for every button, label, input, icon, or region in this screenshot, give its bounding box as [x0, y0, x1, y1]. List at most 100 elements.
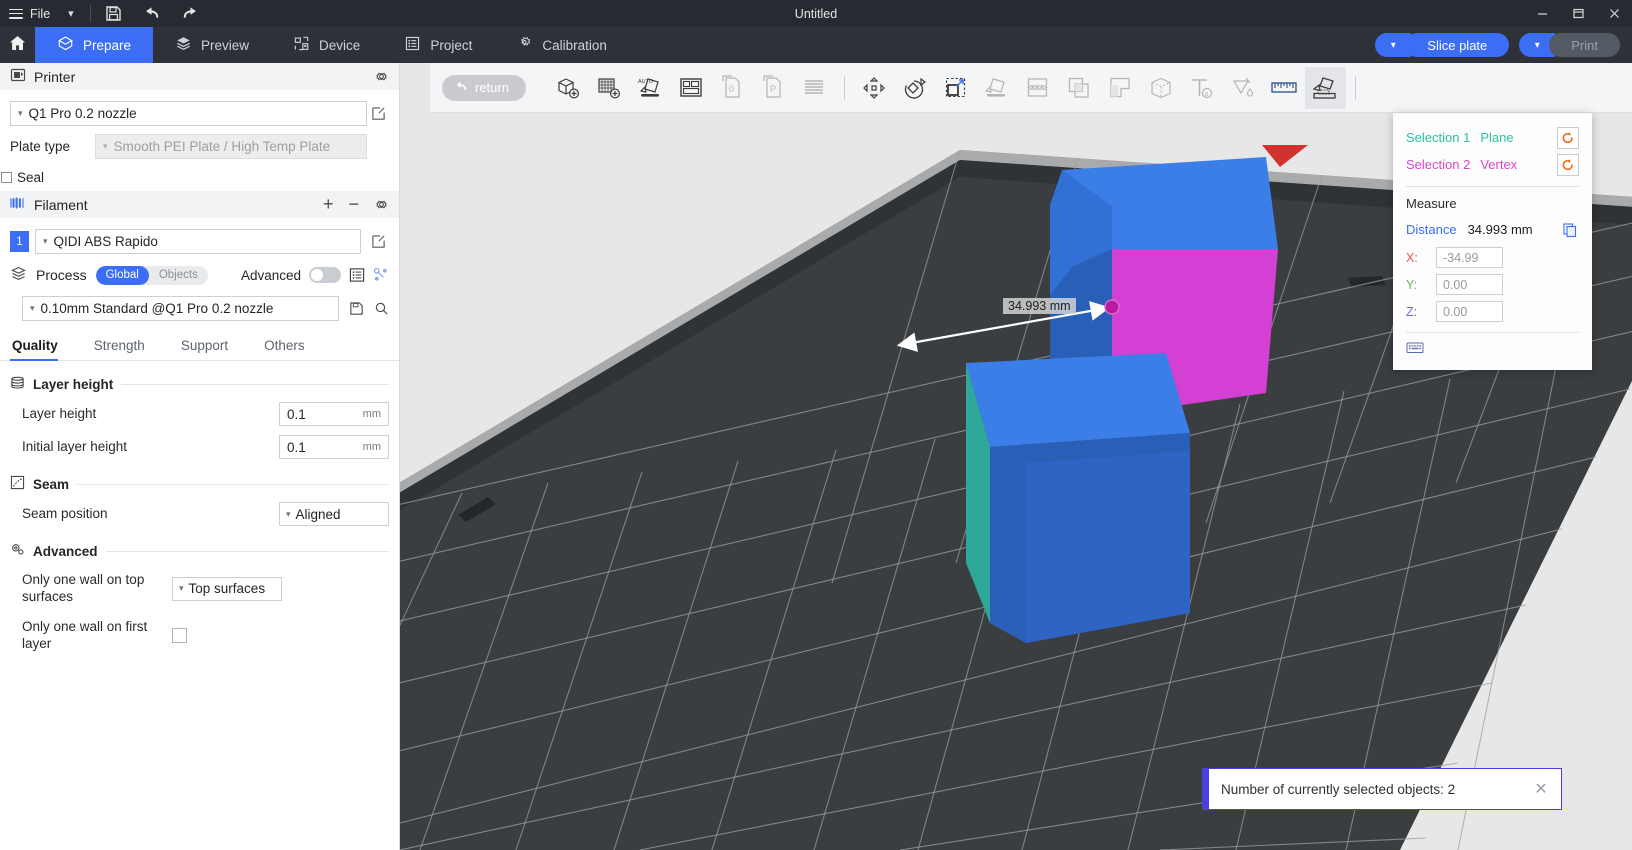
- keyboard-icon[interactable]: [1406, 342, 1424, 357]
- text-icon[interactable]: a: [1182, 67, 1223, 109]
- seal-row[interactable]: Seal: [0, 170, 399, 185]
- input-layer-height[interactable]: 0.1 mm: [279, 402, 389, 426]
- filament-settings-gear-icon[interactable]: [374, 197, 389, 212]
- slice-plate-group[interactable]: ▾ Slice plate: [1375, 33, 1510, 57]
- main-navbar: Prepare Preview Device Project Calibrati: [0, 27, 1632, 63]
- add-plate-p-icon[interactable]: P: [753, 67, 794, 109]
- process-preset-value: 0.10mm Standard @Q1 Pro 0.2 nozzle: [40, 301, 274, 316]
- add-modifier-zero-icon[interactable]: 0: [712, 67, 753, 109]
- axis-y-row: Y: 0.00: [1406, 274, 1579, 295]
- search-preset-icon[interactable]: [374, 301, 389, 316]
- scope-objects-option[interactable]: Objects: [149, 266, 208, 285]
- save-preset-icon[interactable]: [349, 301, 364, 316]
- parameter-list-icon[interactable]: [349, 267, 365, 283]
- axis-y-label: Y:: [1406, 277, 1418, 292]
- slice-plate-button[interactable]: Slice plate: [1405, 33, 1510, 57]
- save-icon[interactable]: [105, 5, 123, 23]
- printer-select[interactable]: ▾ Q1 Pro 0.2 nozzle: [10, 101, 367, 126]
- variable-layer-height-icon[interactable]: [794, 67, 835, 109]
- process-tab-others[interactable]: Others: [262, 338, 321, 360]
- filament-edit-icon[interactable]: [367, 234, 389, 249]
- toolbar-divider: [89, 5, 91, 22]
- tab-project[interactable]: Project: [382, 27, 494, 63]
- process-tab-quality[interactable]: Quality: [10, 338, 74, 361]
- cut-icon[interactable]: [1018, 67, 1059, 109]
- move-icon[interactable]: [854, 67, 895, 109]
- return-button[interactable]: return: [442, 74, 526, 101]
- axis-z-value[interactable]: 0.00: [1436, 301, 1503, 322]
- select-seam-position[interactable]: ▾ Aligned: [279, 502, 389, 526]
- add-plate-icon[interactable]: [589, 67, 630, 109]
- process-preset-select[interactable]: ▾ 0.10mm Standard @Q1 Pro 0.2 nozzle: [22, 296, 339, 321]
- 3d-viewport[interactable]: 34.993 mm return AUTO 0 P a Selection 1 …: [400, 63, 1632, 850]
- assembly-icon[interactable]: [1304, 66, 1346, 109]
- viewport-toolbar: return AUTO 0 P a: [430, 63, 1632, 113]
- mesh-boolean-icon[interactable]: [1059, 67, 1100, 109]
- tab-preview[interactable]: Preview: [153, 27, 271, 63]
- printer-edit-icon[interactable]: [367, 106, 389, 121]
- group-layer-height: Layer height: [0, 375, 399, 393]
- place-on-face-icon[interactable]: [977, 67, 1018, 109]
- maximize-button[interactable]: [1560, 0, 1596, 27]
- selection2-row: Selection 2 Vertex: [1406, 151, 1579, 178]
- measure-icon[interactable]: [1264, 67, 1305, 109]
- auto-arrange-icon[interactable]: AUTO: [630, 67, 671, 109]
- filament-select-value: QIDI ABS Rapido: [53, 234, 158, 249]
- filament-remove-button[interactable]: −: [348, 194, 359, 215]
- scope-global-option[interactable]: Global: [95, 265, 149, 285]
- hamburger-icon: [9, 8, 23, 19]
- process-tabs: Quality Strength Support Others: [0, 338, 399, 361]
- print-button[interactable]: Print: [1549, 33, 1620, 57]
- add-object-icon[interactable]: [548, 67, 589, 109]
- process-tab-strength[interactable]: Strength: [92, 338, 161, 360]
- support-painting-icon[interactable]: [1100, 67, 1141, 109]
- copy-icon[interactable]: [1560, 220, 1579, 239]
- tab-prepare[interactable]: Prepare: [35, 27, 154, 63]
- filament-select[interactable]: ▾ QIDI ABS Rapido: [35, 229, 361, 254]
- home-button[interactable]: [0, 27, 35, 63]
- file-menu-button[interactable]: File: [0, 7, 50, 21]
- rotate-icon[interactable]: [895, 67, 936, 109]
- axis-y-value[interactable]: 0.00: [1436, 274, 1503, 295]
- group-seam: Seam: [0, 475, 399, 493]
- plate-type-value: Smooth PEI Plate / High Temp Plate: [113, 139, 331, 154]
- print-group[interactable]: ▾ Print: [1519, 33, 1620, 57]
- color-painting-icon[interactable]: [1223, 67, 1264, 109]
- select-only-one-wall-top[interactable]: ▾ Top surfaces: [172, 576, 282, 601]
- printer-settings-gear-icon[interactable]: [374, 69, 389, 84]
- minimize-button[interactable]: [1524, 0, 1560, 27]
- advanced-toggle[interactable]: [309, 267, 341, 283]
- undo-icon[interactable]: [143, 5, 161, 23]
- axis-z-row: Z: 0.00: [1406, 301, 1579, 322]
- tab-project-label: Project: [430, 37, 473, 53]
- seal-checkbox[interactable]: [1, 172, 12, 183]
- process-tab-support[interactable]: Support: [179, 338, 244, 360]
- redo-icon[interactable]: [181, 5, 199, 23]
- auto-layout-icon[interactable]: [671, 67, 712, 109]
- process-scope-segmented[interactable]: Global Objects: [95, 265, 208, 285]
- home-icon: [8, 34, 27, 57]
- selection1-reset-icon[interactable]: [1557, 126, 1579, 149]
- compare-presets-icon[interactable]: [373, 267, 389, 283]
- tab-device[interactable]: Device: [271, 27, 382, 63]
- filament-index-badge[interactable]: 1: [10, 231, 29, 252]
- filament-add-button[interactable]: +: [323, 194, 334, 215]
- close-button[interactable]: [1596, 0, 1632, 27]
- seal-label: Seal: [17, 170, 45, 185]
- menu-chevron-down-icon[interactable]: ▾: [68, 7, 74, 20]
- plate-type-select[interactable]: ▾ Smooth PEI Plate / High Temp Plate: [95, 134, 367, 159]
- axis-z-label: Z:: [1406, 304, 1418, 319]
- seam-painting-icon[interactable]: [1141, 67, 1182, 109]
- input-layer-height-unit: mm: [362, 408, 381, 420]
- prepare-icon: [57, 35, 74, 55]
- axis-x-value[interactable]: -34.99: [1436, 247, 1503, 268]
- scale-icon[interactable]: [936, 67, 977, 109]
- select-seam-position-value: Aligned: [295, 506, 341, 522]
- close-icon[interactable]: ✕: [1529, 777, 1553, 801]
- checkbox-only-one-wall-first[interactable]: [172, 628, 187, 644]
- input-initial-layer-height[interactable]: 0.1 mm: [279, 435, 389, 459]
- measurement-distance-label: 34.993 mm: [1003, 298, 1076, 314]
- tab-calibration[interactable]: Calibration: [494, 27, 629, 63]
- input-initial-layer-height-value: 0.1: [287, 439, 306, 455]
- selection2-reset-icon[interactable]: [1557, 153, 1579, 176]
